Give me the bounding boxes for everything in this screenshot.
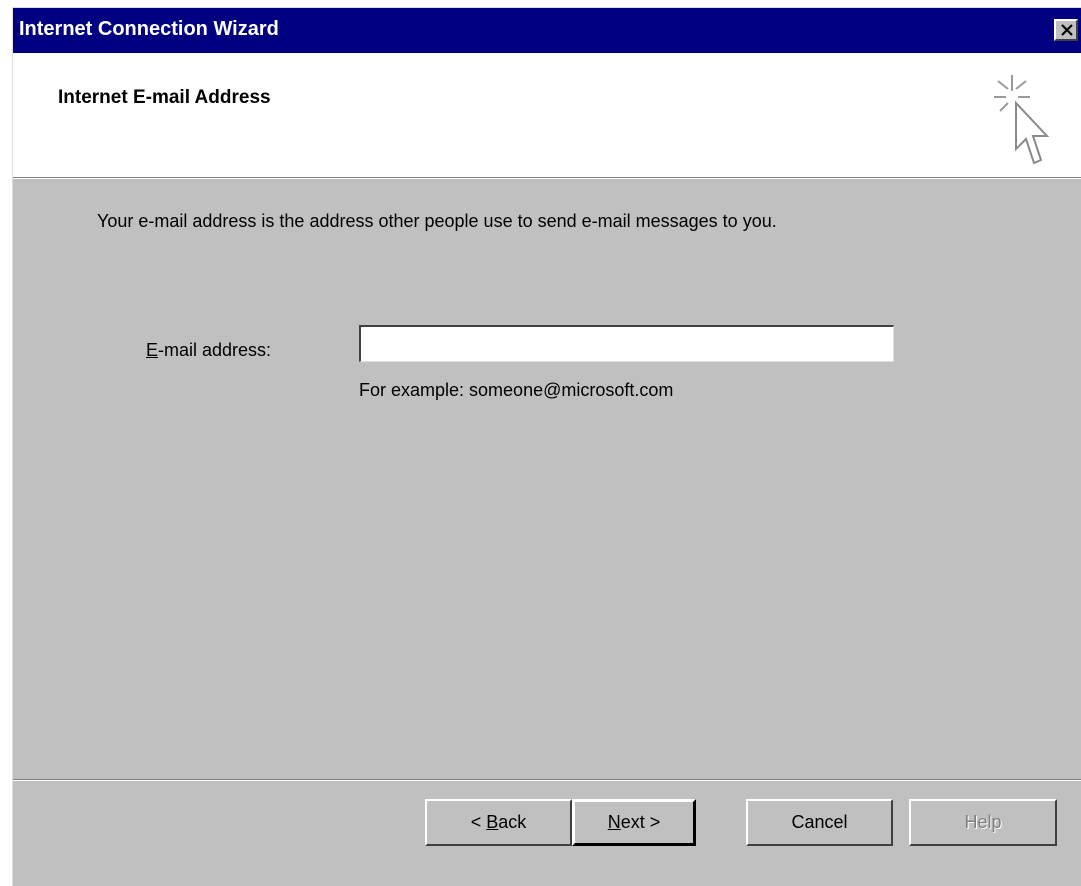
wizard-header: Internet E-mail Address [13,53,1081,177]
email-label-text: -mail address: [158,340,272,360]
back-button[interactable]: < Back [425,799,572,846]
page-title: Internet E-mail Address [58,87,271,108]
cancel-button[interactable]: Cancel [746,799,893,846]
back-prefix: < [470,812,487,832]
email-example-text: For example: someone@microsoft.com [359,380,674,400]
close-icon [1061,24,1073,36]
description-text: Your e-mail address is the address other… [97,211,777,231]
next-mnemonic: N [607,812,621,832]
next-label: ext > [620,812,661,832]
email-address-input[interactable] [359,325,894,362]
help-button[interactable]: Help [909,799,1057,846]
title-bar[interactable]: Internet Connection Wizard [13,8,1081,53]
back-mnemonic: B [486,812,499,832]
header-divider-highlight [13,178,1081,179]
cancel-label: Cancel [791,812,848,832]
window-title: Internet Connection Wizard [19,18,279,40]
close-button[interactable] [1054,19,1078,41]
next-button[interactable]: Next > [572,799,696,846]
wizard-window: Internet Connection Wizard Internet E-ma… [12,7,1081,886]
back-label: ack [498,812,527,832]
email-label-mnemonic: E [146,340,159,360]
email-label: E-mail address: [146,340,271,361]
help-label: Help [964,812,1002,832]
footer-divider-highlight [13,780,1081,781]
wizard-sparkle-cursor-icon [994,75,1050,165]
